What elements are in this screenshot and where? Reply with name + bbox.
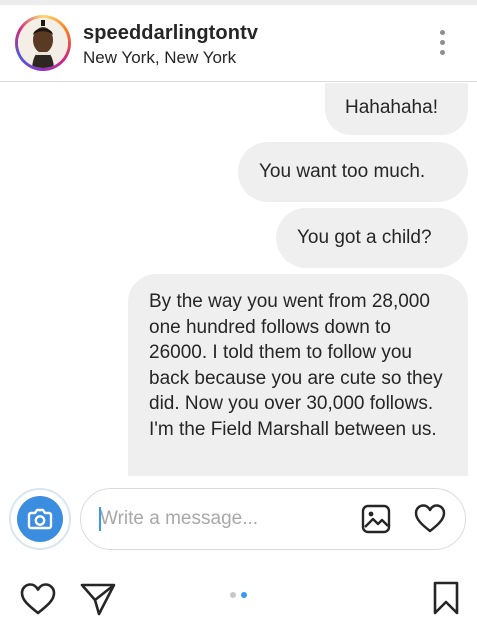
message-bubble: Hahahaha! [325, 83, 468, 135]
bookmark-icon[interactable] [431, 580, 461, 621]
message-thread[interactable]: Hahahaha! You want too much. You got a c… [0, 82, 477, 476]
heart-icon[interactable] [413, 502, 447, 541]
page-indicator-dot-active [241, 592, 247, 598]
message-input[interactable] [100, 503, 340, 535]
share-icon[interactable] [79, 580, 117, 623]
avatar[interactable] [15, 15, 71, 71]
message-bubble: You got a child? [276, 208, 468, 268]
image-icon[interactable] [360, 503, 392, 540]
heart-icon[interactable] [19, 581, 57, 622]
chat-header: speeddarlingtontv New York, New York [0, 5, 477, 82]
message-bubble: By the way you went from 28,000 one hund… [128, 274, 468, 476]
camera-button[interactable] [9, 488, 71, 550]
page-indicator-dot [230, 592, 236, 598]
more-vertical-icon[interactable] [430, 27, 454, 61]
username[interactable]: speeddarlingtontv [83, 22, 258, 45]
message-bubble: You want too much. [238, 142, 468, 202]
bottom-action-bar [0, 560, 477, 619]
text-caret [99, 507, 101, 531]
camera-icon [17, 496, 63, 542]
location-label: New York, New York [83, 48, 237, 67]
avatar-image [18, 18, 68, 68]
